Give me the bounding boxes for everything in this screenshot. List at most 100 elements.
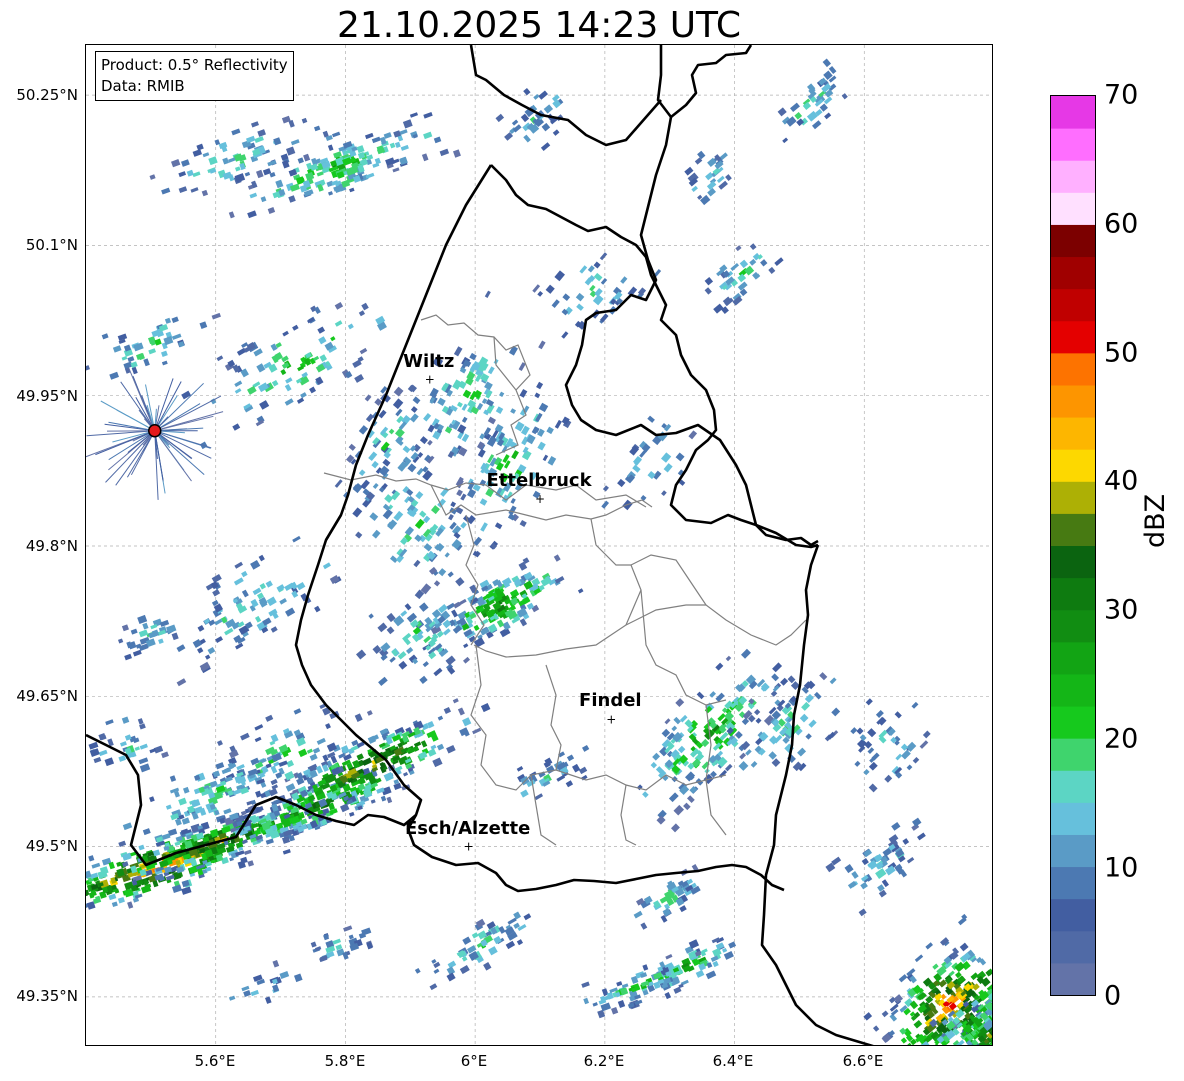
lon-tick-label: 6.2°E [583, 1052, 625, 1070]
echo-cell [551, 299, 560, 308]
echo-cell [446, 744, 456, 754]
colorbar-segment [1051, 128, 1095, 161]
lon-tick-label: 6.4°E [712, 1052, 754, 1070]
echo-cell [891, 821, 901, 831]
echo-cell [241, 589, 249, 598]
echo-cell [523, 913, 532, 921]
echo-cell [906, 856, 915, 864]
echo-cell [349, 811, 355, 817]
echo-cell [116, 861, 122, 867]
echo-cell [143, 358, 150, 367]
echo-cell [526, 434, 536, 445]
echo-cell [797, 747, 807, 757]
echo-cell [991, 1027, 992, 1037]
colorbar-segment [1051, 449, 1095, 482]
echo-cell [142, 622, 149, 630]
echo-cell [197, 624, 205, 632]
echo-cell [260, 196, 267, 203]
echo-cell [453, 149, 461, 158]
echo-cell [744, 265, 755, 276]
country-border [656, 45, 753, 119]
echo-cell [600, 1002, 611, 1012]
echo-cell [280, 369, 287, 376]
lon-tick-label: 6°E [460, 1052, 488, 1070]
echo-cell [664, 718, 671, 725]
echo-cell [487, 366, 495, 375]
echo-cell [589, 284, 596, 292]
echo-cell [199, 661, 211, 672]
echo-cell [875, 709, 884, 718]
echo-cell [707, 187, 716, 197]
echo-cell [633, 910, 643, 919]
echo-cell [231, 128, 241, 136]
echo-cell [382, 458, 391, 467]
echo-cell [473, 536, 483, 546]
echo-cell [992, 1007, 993, 1016]
radar-site-marker [147, 424, 162, 438]
echo-cell [541, 122, 551, 132]
echo-cell [332, 938, 342, 945]
lon-tick-label: 5.8°E [324, 1052, 366, 1070]
echo-cell [234, 642, 244, 650]
echo-cell [851, 871, 859, 879]
echo-cell [386, 626, 395, 635]
echo-cell [427, 424, 435, 433]
echo-cell [122, 822, 133, 831]
echo-cell [395, 408, 403, 417]
echo-cell [366, 710, 373, 716]
canton-border [620, 784, 637, 846]
echo-cell [860, 881, 868, 890]
echo-cell [389, 656, 396, 663]
colorbar-segment [1051, 352, 1095, 386]
echo-cell [419, 675, 428, 685]
echo-cell [455, 577, 465, 587]
echo-cell [511, 450, 519, 460]
echo-cell [171, 159, 181, 168]
echo-cell [770, 690, 778, 697]
echo-cell [715, 942, 725, 950]
echo-cell [959, 942, 969, 952]
echo-cell [371, 460, 379, 469]
echo-cell [715, 662, 724, 671]
echo-cell [355, 531, 363, 539]
echo-cell [519, 388, 528, 398]
echo-cell [316, 737, 326, 745]
echo-cell [661, 490, 667, 497]
echo-cell [159, 619, 170, 627]
echo-cell [713, 303, 724, 314]
echo-cell [224, 627, 234, 636]
lat-tick-label: 50.1°N [25, 236, 78, 254]
echo-cell [192, 149, 203, 157]
radar-map[interactable]: + + + + [85, 44, 993, 1046]
echo-cell [199, 321, 208, 329]
echo-cell [493, 935, 502, 945]
echo-cell [101, 333, 109, 340]
echo-cell [105, 719, 114, 726]
colorbar-segment [1051, 962, 1095, 995]
echo-cell [118, 755, 126, 762]
echo-cell [423, 543, 433, 552]
echo-cell [572, 763, 581, 773]
echo-cell [642, 791, 649, 798]
echo-cell [352, 507, 363, 518]
echo-cell [723, 950, 734, 960]
echo-cell [247, 385, 257, 395]
echo-cell [620, 276, 628, 284]
echo-cell [456, 401, 463, 408]
echo-cell [863, 769, 870, 776]
echo-cell [250, 559, 261, 570]
echo-cell [368, 451, 378, 462]
echo-cell [831, 707, 841, 717]
echo-cell [183, 786, 190, 794]
colorbar-segment [1051, 770, 1095, 803]
echo-cell [138, 844, 145, 851]
echo-cell [296, 397, 305, 404]
echo-cell [451, 609, 459, 618]
echo-cell [822, 58, 832, 68]
echo-cell [706, 180, 717, 190]
echo-cell [89, 748, 100, 758]
echo-cell [309, 753, 318, 761]
echo-cell [368, 613, 374, 619]
echo-cell [365, 413, 375, 423]
colorbar-segment [1051, 320, 1095, 354]
